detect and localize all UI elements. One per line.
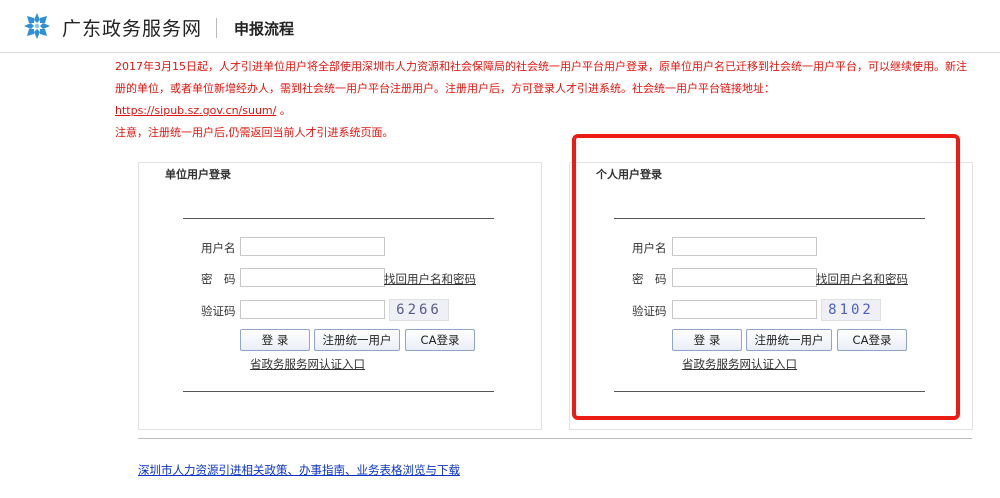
- notice-url-suffix: 。: [279, 104, 291, 117]
- unit-recover-link[interactable]: 找回用户名和密码: [384, 271, 476, 287]
- unit-panel-bottom-rule: [183, 391, 494, 392]
- unit-provincial-auth-link[interactable]: 省政务服务网认证入口: [250, 356, 365, 372]
- notice-line-2: 注意，注册统一用户后,仍需返回当前人才引进系统页面。: [115, 126, 394, 139]
- personal-provincial-auth-link[interactable]: 省政务服务网认证入口: [682, 356, 797, 372]
- personal-captcha-label: 验证码: [632, 304, 667, 318]
- personal-captcha-image[interactable]: 8102: [821, 299, 881, 321]
- personal-recover-link[interactable]: 找回用户名和密码: [816, 271, 908, 287]
- suum-platform-link[interactable]: https://sipub.sz.gov.cn/suum/: [115, 104, 276, 117]
- unit-captcha-image[interactable]: 6266: [389, 299, 449, 321]
- unit-username-input[interactable]: [240, 237, 385, 256]
- personal-username-input[interactable]: [672, 237, 817, 256]
- unit-captcha-input[interactable]: [240, 300, 385, 319]
- personal-password-label: 密 码: [632, 272, 667, 286]
- header-divider: [216, 18, 217, 38]
- personal-ca-login-button[interactable]: CA登录: [837, 329, 907, 351]
- unit-ca-login-button[interactable]: CA登录: [405, 329, 475, 351]
- personal-login-button[interactable]: 登 录: [672, 329, 742, 351]
- policy-downloads-link[interactable]: 深圳市人力资源引进相关政策、办事指南、业务表格浏览与下载: [138, 462, 460, 478]
- notice-text: 2017年3月15日起，人才引进单位用户将全部使用深圳市人力资源和社会保障局的社…: [115, 56, 967, 122]
- unit-username-label: 用户名: [201, 241, 236, 255]
- site-title[interactable]: 广东政务服务网: [62, 14, 202, 41]
- snowflake-emblem-icon[interactable]: [23, 12, 51, 40]
- personal-username-label: 用户名: [632, 241, 667, 255]
- unit-login-title: 单位用户登录: [161, 166, 235, 182]
- personal-captcha-input[interactable]: [672, 300, 817, 319]
- footer-divider: [138, 438, 972, 439]
- unit-captcha-label: 验证码: [201, 304, 236, 318]
- page-title: 申报流程: [234, 20, 295, 38]
- migration-notice: 2017年3月15日起，人才引进单位用户将全部使用深圳市人力资源和社会保障局的社…: [115, 56, 967, 144]
- unit-register-button[interactable]: 注册统一用户: [314, 329, 400, 351]
- personal-login-panel: 个人用户登录 用户名 密 码 找回用户名和密码 验证码 8102 登 录 注册统…: [569, 162, 973, 430]
- personal-register-button[interactable]: 注册统一用户: [746, 329, 832, 351]
- unit-panel-top-rule: [183, 218, 494, 219]
- personal-panel-top-rule: [614, 218, 925, 219]
- unit-password-label: 密 码: [201, 272, 236, 286]
- personal-login-title: 个人用户登录: [592, 166, 666, 182]
- personal-password-input[interactable]: [672, 268, 817, 287]
- unit-password-input[interactable]: [240, 268, 385, 287]
- notice-line-1: 2017年3月15日起，人才引进单位用户将全部使用深圳市人力资源和社会保障局的社…: [115, 60, 967, 95]
- unit-login-panel: 单位用户登录 用户名 密 码 找回用户名和密码 验证码 6266 登 录 注册统…: [138, 162, 542, 430]
- personal-panel-bottom-rule: [614, 391, 925, 392]
- site-header: 广东政务服务网 申报流程: [0, 0, 1000, 53]
- unit-login-button[interactable]: 登 录: [240, 329, 310, 351]
